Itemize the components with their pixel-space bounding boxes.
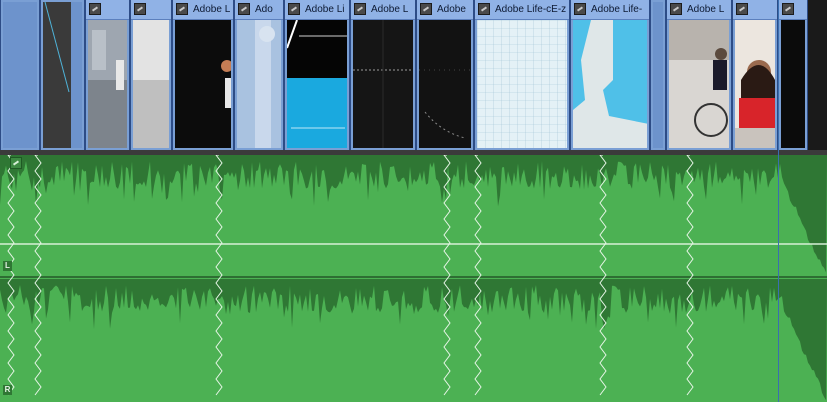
audio-clip[interactable]: L R (0, 155, 827, 402)
fx-badge-icon (134, 3, 146, 15)
clip-header: Adobe L (173, 0, 233, 20)
audio-waveform (0, 155, 827, 401)
fx-badge-icon (574, 3, 586, 15)
video-clip[interactable] (130, 0, 172, 150)
clip-header: Adobe Li (285, 0, 349, 20)
fx-badge-icon (288, 3, 300, 15)
clip-thumbnail (287, 20, 347, 148)
zigzag-cut-icon (599, 155, 607, 396)
clip-thumbnail (133, 20, 169, 148)
fx-badge-icon (176, 3, 188, 15)
video-clip[interactable]: Ado (234, 0, 284, 150)
zigzag-cut-icon (474, 155, 482, 396)
clip-header (86, 0, 129, 20)
fx-badge-icon (782, 3, 794, 15)
video-clip[interactable]: Adobe L (666, 0, 732, 150)
timeline-panel: Adobe L Ado Adobe Li Adobe L Adobe Adobe… (0, 0, 827, 402)
clip-label: Adobe (437, 4, 466, 15)
clip-label: Ado (255, 4, 273, 15)
video-clip[interactable] (732, 0, 778, 150)
video-clip[interactable]: Adobe L (172, 0, 234, 150)
clip-label: Adobe L (193, 4, 231, 15)
clip-thumbnail (237, 20, 281, 148)
clip-header: Adobe L (667, 0, 731, 20)
fx-badge-icon (354, 3, 366, 15)
clip-thumbnail (669, 20, 729, 148)
clip-thumbnail (175, 20, 231, 148)
channel-left-label: L (3, 261, 12, 271)
clip-thumbnail (353, 20, 413, 148)
clip-thumbnail (477, 20, 567, 148)
zigzag-cut-icon (686, 155, 694, 396)
clip-header: Adobe Life-cE-z (475, 0, 569, 20)
clip-header: Adobe L (351, 0, 415, 20)
clip-header: Adobe Life- (571, 0, 649, 20)
video-clip[interactable]: Adobe Li (284, 0, 350, 150)
clip-thumbnail (573, 20, 647, 148)
clip-thumbnail (735, 20, 775, 148)
fx-badge-icon (478, 3, 490, 15)
video-clip[interactable]: Adobe (416, 0, 474, 150)
clip-thumbnail (43, 2, 82, 148)
fx-badge-icon (89, 3, 101, 15)
channel-right-label: R (3, 385, 12, 395)
video-track: Adobe L Ado Adobe Li Adobe L Adobe Adobe… (0, 0, 827, 150)
clip-header: Ado (235, 0, 283, 20)
clip-label: Adobe L (371, 4, 409, 15)
video-clip[interactable] (40, 0, 85, 150)
fx-badge-icon (238, 3, 250, 15)
video-clip[interactable]: Adobe Life-cE-z (474, 0, 570, 150)
clip-thumbnail (3, 2, 37, 148)
clip-label: Adobe Life-cE-z (495, 4, 567, 15)
zigzag-cut-icon (7, 155, 15, 396)
fx-badge-icon (736, 3, 748, 15)
clip-header (779, 0, 807, 20)
fx-badge-icon (670, 3, 682, 15)
clip-thumbnail (419, 20, 471, 148)
clip-header (131, 0, 171, 20)
clip-header (733, 0, 777, 20)
playhead[interactable] (778, 0, 779, 402)
video-clip[interactable] (778, 0, 808, 150)
fx-badge-icon (10, 157, 22, 169)
clip-thumbnail (88, 20, 127, 148)
video-clip[interactable]: Adobe Life- (570, 0, 650, 150)
video-clip[interactable]: Adobe L (350, 0, 416, 150)
clip-thumbnail (653, 2, 663, 148)
clip-label: Adobe Life- (591, 4, 643, 15)
empty-track-area (808, 0, 827, 150)
clip-label: Adobe L (687, 4, 725, 15)
fx-badge-icon (420, 3, 432, 15)
video-clip[interactable] (0, 0, 40, 150)
video-clip[interactable] (85, 0, 130, 150)
clip-label: Adobe Li (305, 4, 345, 15)
clip-thumbnail (781, 20, 805, 148)
video-clip[interactable] (650, 0, 666, 150)
clip-header: Adobe (417, 0, 473, 20)
